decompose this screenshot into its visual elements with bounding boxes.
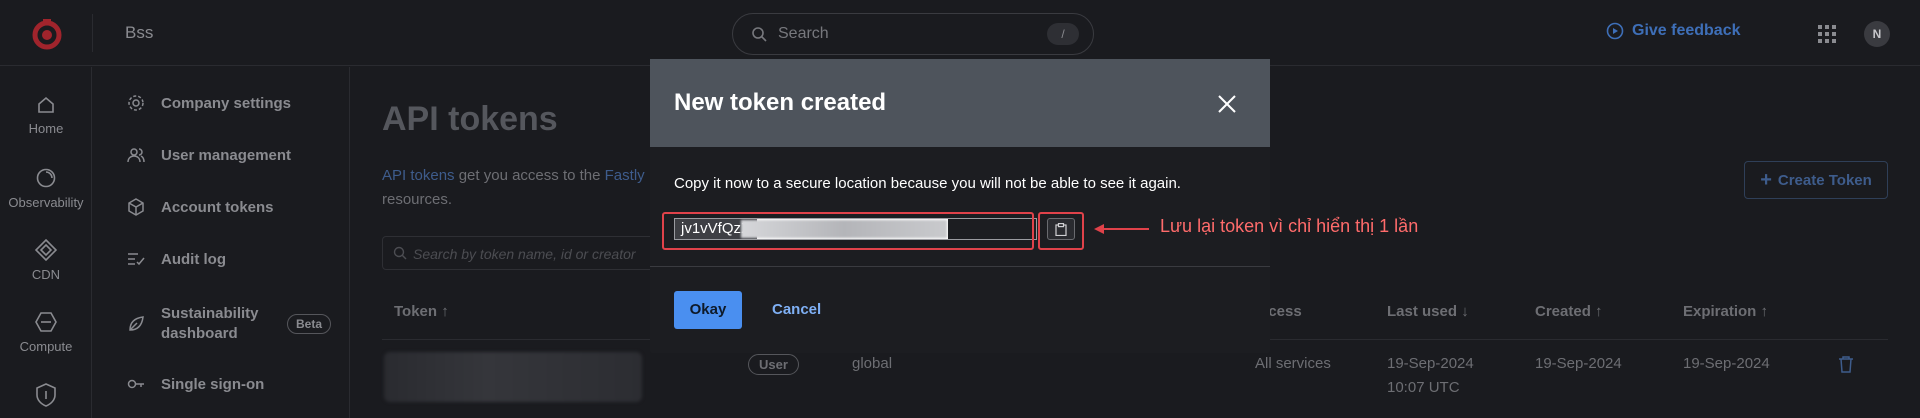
fastly-link[interactable]: Fastly: [605, 167, 645, 184]
annotation-highlight-copy: [1038, 212, 1084, 250]
search-icon: [393, 246, 407, 260]
rail-item-compute[interactable]: Compute: [0, 311, 92, 354]
modal-message: Copy it now to a secure location because…: [674, 175, 1181, 192]
modal-header: New token created: [650, 59, 1270, 147]
create-token-label: Create Token: [1777, 171, 1872, 189]
leaf-icon: [129, 316, 144, 331]
page-title: API tokens: [382, 100, 558, 138]
column-header-token[interactable]: Token ↑: [394, 303, 449, 320]
token-access: All services: [1255, 355, 1331, 372]
compute-icon: [35, 312, 57, 332]
api-tokens-docs-link[interactable]: API tokens: [382, 167, 455, 184]
subnav-item-single-sign-on[interactable]: Single sign-on: [127, 375, 264, 393]
modal-title: New token created: [674, 89, 887, 116]
account-name[interactable]: Bss: [125, 23, 153, 43]
subnav-item-label: Account tokens: [161, 198, 274, 216]
new-token-modal: New token created Copy it now to a secur…: [650, 59, 1270, 353]
beta-badge: Beta: [287, 314, 332, 334]
column-header-expiration[interactable]: Expiration ↑: [1683, 303, 1768, 320]
annotation-highlight-token: [662, 212, 1034, 250]
rail-item-home[interactable]: Home: [0, 95, 92, 136]
account-subnav: Company settings User management Account…: [93, 67, 350, 418]
key-icon: [127, 379, 144, 389]
primary-nav-rail: Home Observability CDN Compute: [0, 67, 92, 418]
annotation-arrow-icon: [1094, 224, 1149, 234]
observability-icon: [36, 168, 56, 188]
token-created: 19-Sep-2024: [1535, 355, 1622, 372]
search-input[interactable]: Search /: [732, 13, 1094, 55]
close-icon[interactable]: [1216, 93, 1238, 115]
search-icon: [752, 27, 767, 42]
search-placeholder: Search: [778, 25, 829, 42]
token-search-input[interactable]: Search by token name, id or creator: [382, 236, 672, 270]
rail-item-security[interactable]: [0, 383, 92, 413]
subnav-item-account-tokens[interactable]: Account tokens: [127, 198, 274, 216]
token-scope: global: [852, 355, 893, 372]
avatar[interactable]: N: [1864, 21, 1890, 47]
subnav-item-company-settings[interactable]: Company settings: [127, 94, 291, 112]
create-token-button[interactable]: + Create Token: [1744, 161, 1888, 199]
logo-icon[interactable]: [30, 16, 64, 50]
subnav-item-label: Company settings: [161, 94, 292, 112]
subnav-item-sustainability-dashboard[interactable]: Sustainability dashboard Beta: [127, 304, 332, 344]
rail-item-label: Compute: [19, 339, 73, 354]
plus-icon: +: [1760, 169, 1772, 191]
topbar-divider: [92, 14, 93, 52]
trash-icon[interactable]: [1838, 355, 1854, 373]
give-feedback-label: Give feedback: [1632, 22, 1741, 39]
column-header-last-used[interactable]: Last used ↓: [1387, 303, 1469, 320]
okay-button[interactable]: Okay: [674, 291, 742, 329]
subnav-item-label: User management: [161, 146, 292, 164]
audit-icon: [128, 253, 145, 266]
subnav-item-label: Single sign-on: [161, 375, 265, 393]
home-icon: [38, 96, 54, 113]
intro-text: get you access to the: [454, 167, 605, 184]
subnav-item-user-management[interactable]: User management: [127, 146, 291, 164]
modal-divider: [650, 266, 1270, 267]
give-feedback-link[interactable]: Give feedback: [1606, 22, 1741, 40]
token-last-used: 19-Sep-2024 10:07 UTC: [1387, 355, 1474, 396]
rail-item-label: Home: [28, 121, 64, 136]
apps-grid-icon[interactable]: [1818, 25, 1836, 43]
column-header-created[interactable]: Created ↑: [1535, 303, 1603, 320]
top-bar: Bss Search / Give feedback N: [0, 0, 1920, 66]
rail-item-label: CDN: [31, 267, 61, 282]
cdn-icon: [35, 239, 57, 261]
intro-text-line2: resources.: [382, 191, 453, 208]
search-shortcut-badge: /: [1047, 23, 1079, 45]
subnav-item-label: Sustainability dashboard: [161, 305, 259, 342]
token-expiration: 19-Sep-2024: [1683, 355, 1770, 372]
role-badge: User: [748, 354, 799, 375]
token-search-placeholder: Search by token name, id or creator: [413, 246, 636, 262]
rail-item-label: Observability: [8, 195, 84, 210]
rail-item-cdn[interactable]: CDN: [0, 239, 92, 282]
annotation-text: Lưu lại token vì chỉ hiển thị 1 lần: [1160, 216, 1419, 236]
rail-item-observability[interactable]: Observability: [0, 167, 92, 210]
feedback-icon: [1606, 22, 1624, 40]
cancel-button[interactable]: Cancel: [772, 291, 821, 329]
users-icon: [127, 148, 145, 163]
security-icon: [36, 383, 56, 407]
blurred-token-name: [384, 352, 642, 402]
subnav-item-audit-log[interactable]: Audit log: [127, 250, 226, 268]
gear-icon: [128, 95, 144, 111]
subnav-item-label: Audit log: [161, 250, 226, 268]
token-icon: [128, 198, 144, 216]
